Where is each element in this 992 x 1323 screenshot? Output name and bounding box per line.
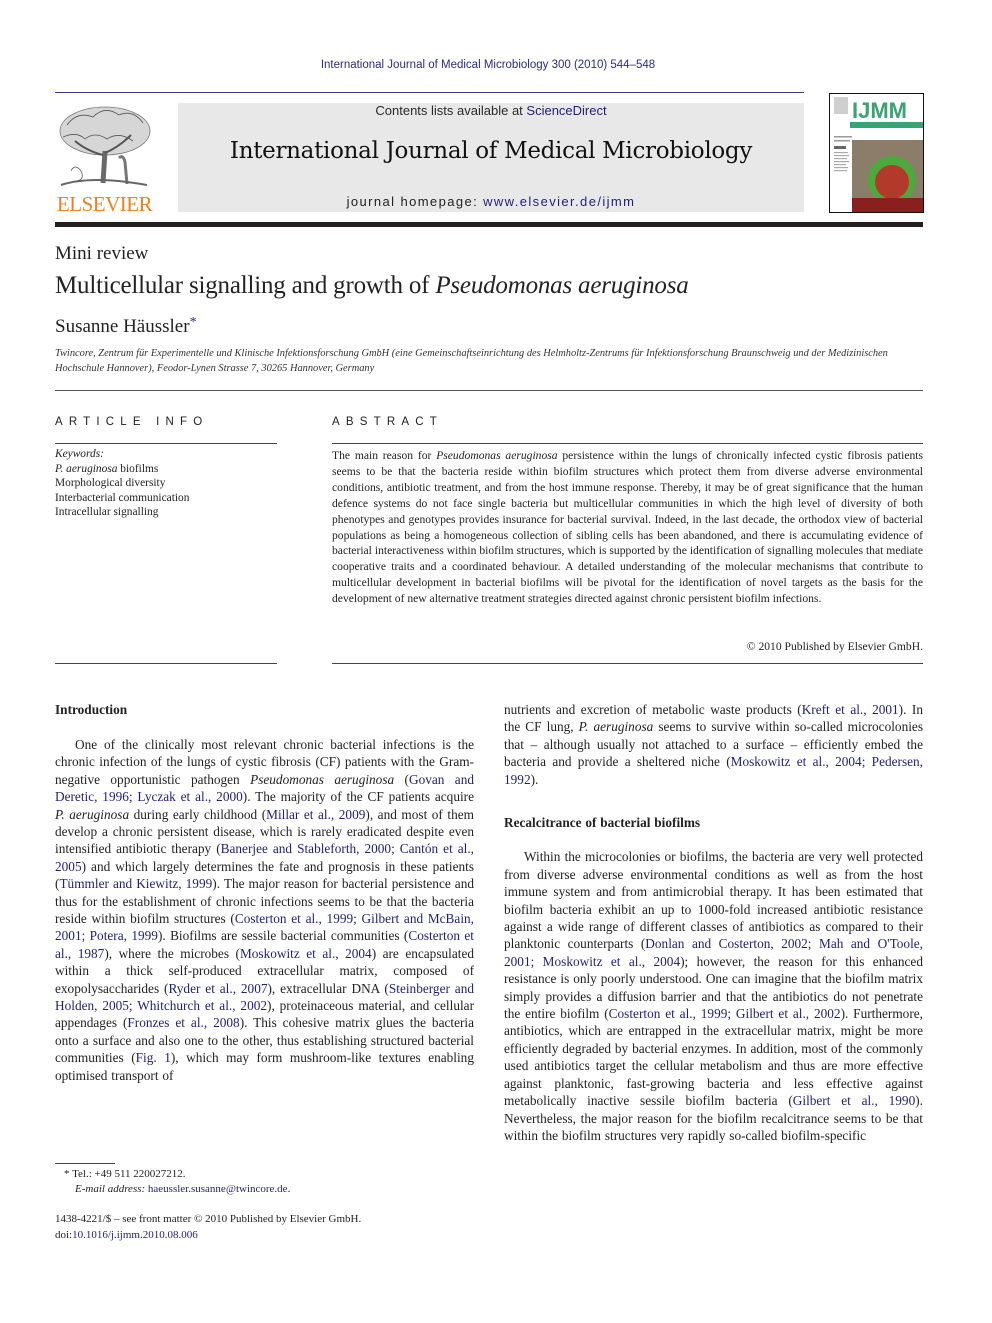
abstract-copyright: © 2010 Published by Elsevier GmbH. xyxy=(746,640,923,653)
journal-homepage-link[interactable]: www.elsevier.de/ijmm xyxy=(483,194,635,209)
abstract-species: Pseudomonas aeruginosa xyxy=(436,449,558,462)
doi-link[interactable]: 10.1016/j.ijmm.2010.08.006 xyxy=(72,1229,198,1241)
header-thick-rule xyxy=(55,222,923,227)
elsevier-tree-icon xyxy=(59,106,151,186)
citation-link[interactable]: Ryder et al., 2007 xyxy=(168,981,267,996)
abstract-heading: ABSTRACT xyxy=(332,416,443,428)
doi-line: doi:10.1016/j.ijmm.2010.08.006 xyxy=(55,1228,361,1244)
journal-banner: Contents lists available at ScienceDirec… xyxy=(178,103,804,212)
footnote-rule xyxy=(55,1163,115,1164)
body-column-right: nutrients and excretion of metabolic was… xyxy=(504,701,923,1144)
species-name: Pseudomonas aeruginosa xyxy=(250,771,395,787)
affiliation: Twincore, Zentrum für Experimentelle und… xyxy=(55,348,888,374)
keyword-item: Interbacterial communication xyxy=(55,491,190,504)
intro-paragraph-continued: nutrients and excretion of metabolic was… xyxy=(504,701,923,788)
body-text: ). The majority of the CF patients acqui… xyxy=(242,789,474,805)
issn-line: 1438-4221/$ – see front matter © 2010 Pu… xyxy=(55,1213,362,1225)
abstract-bottom-rule xyxy=(332,663,923,664)
citation-link[interactable]: Millar et al., 2009 xyxy=(266,807,365,822)
species-name: P. aeruginosa xyxy=(55,806,130,822)
journal-title: International Journal of Medical Microbi… xyxy=(229,138,753,164)
citation-link[interactable]: Tümmler and Kiewitz, 1999 xyxy=(59,876,212,891)
section-heading-introduction: Introduction xyxy=(55,702,128,717)
author-name[interactable]: Susanne Häussler xyxy=(55,316,190,337)
email-label: E-mail address: xyxy=(75,1183,148,1195)
cover-logo-text: IJMM xyxy=(852,98,907,123)
body-text: ), extracellular DNA ( xyxy=(267,980,389,996)
homepage-prefix: journal homepage: xyxy=(346,194,484,209)
article-title: Multicellular signalling and growth of P… xyxy=(55,272,689,300)
article-title-main: Multicellular signalling and growth of xyxy=(55,272,436,299)
elsevier-logo[interactable]: ELSEVIER xyxy=(53,103,156,216)
article-info-bottom-rule xyxy=(55,663,277,664)
body-text: during early childhood ( xyxy=(129,806,267,822)
author-footnote-mark[interactable]: * xyxy=(190,315,197,330)
body-text: ). Biofilms are sessile bacterial commun… xyxy=(157,928,409,944)
abstract-part: persistence within the lungs of chronica… xyxy=(332,449,924,606)
abstract-top-rule xyxy=(332,443,923,444)
body-text: ), where the microbes ( xyxy=(104,945,240,961)
author: Susanne Häussler* xyxy=(55,315,197,338)
contents-line: Contents lists available at ScienceDirec… xyxy=(178,103,804,119)
footnote-email-line: E-mail address: haeussler.susanne@twinco… xyxy=(55,1182,290,1197)
recalcitrance-paragraph: Within the microcolonies or biofilms, th… xyxy=(504,848,923,1144)
doi-prefix: doi: xyxy=(55,1228,73,1241)
homepage-line: journal homepage: www.elsevier.de/ijmm xyxy=(178,194,804,209)
keyword-item: Morphological diversity xyxy=(55,477,166,490)
contents-prefix: Contents lists available at xyxy=(375,103,527,118)
body-text: ( xyxy=(394,771,409,787)
email-link[interactable]: haeussler.susanne@twincore.de xyxy=(148,1183,288,1195)
keyword-italic: P. aeruginosa xyxy=(55,462,118,475)
publisher-name: ELSEVIER xyxy=(56,192,153,216)
citation-link[interactable]: Costerton et al., 1999; Gilbert et al., … xyxy=(609,1006,841,1021)
keywords: Keywords: P. aeruginosa biofilms Morphol… xyxy=(55,447,189,520)
keyword-item: Intracellular signalling xyxy=(55,506,159,519)
citation-link[interactable]: Gilbert et al., 1990 xyxy=(793,1093,915,1108)
email-suffix: . xyxy=(287,1183,291,1195)
body-text: ). xyxy=(530,771,539,787)
keyword-item: P. aeruginosa biofilms xyxy=(55,462,189,477)
citation-link[interactable]: Kreft et al., 2001 xyxy=(802,702,899,717)
article-type: Mini review xyxy=(55,243,149,264)
article-info-heading: ARTICLE INFO xyxy=(55,416,209,428)
journal-cover-image[interactable]: IJMM xyxy=(829,93,924,213)
header-rule xyxy=(55,92,804,93)
article-info-top-rule xyxy=(55,443,277,444)
section-heading-recalcitrance: Recalcitrance of bacterial biofilms xyxy=(504,814,701,830)
intro-paragraph: One of the clinically most relevant chro… xyxy=(55,736,474,1084)
abstract-text: The main reason for Pseudomonas aerugino… xyxy=(332,448,923,607)
abstract-part: The main reason for xyxy=(332,449,437,462)
keywords-label: Keywords: xyxy=(55,448,104,460)
author-footnote: * Tel.: +49 511 220027212. E-mail addres… xyxy=(55,1167,290,1197)
running-head[interactable]: International Journal of Medical Microbi… xyxy=(0,59,976,71)
body-column-left: Introduction One of the clinically most … xyxy=(55,701,474,1084)
footnote-tel-line: * Tel.: +49 511 220027212. xyxy=(55,1167,290,1182)
sciencedirect-link[interactable]: ScienceDirect xyxy=(526,103,606,118)
citation-link[interactable]: Fig. 1 xyxy=(136,1050,171,1065)
article-title-species: Pseudomonas aeruginosa xyxy=(435,272,689,299)
keyword-text: biofilms xyxy=(117,462,159,475)
footnote-tel: Tel.: +49 511 220027212. xyxy=(72,1168,186,1180)
body-text: nutrients and excretion of metabolic was… xyxy=(504,702,802,717)
footnote-mark: * xyxy=(64,1168,70,1180)
citation-link[interactable]: Moskowitz et al., 2004 xyxy=(240,946,372,961)
affiliation-rule xyxy=(55,390,923,391)
citation-link[interactable]: Fronzes et al., 2008 xyxy=(127,1015,239,1030)
journal-cover-icon: IJMM xyxy=(830,94,923,212)
front-matter: 1438-4221/$ – see front matter © 2010 Pu… xyxy=(55,1212,361,1243)
species-name: P. aeruginosa xyxy=(578,719,654,735)
